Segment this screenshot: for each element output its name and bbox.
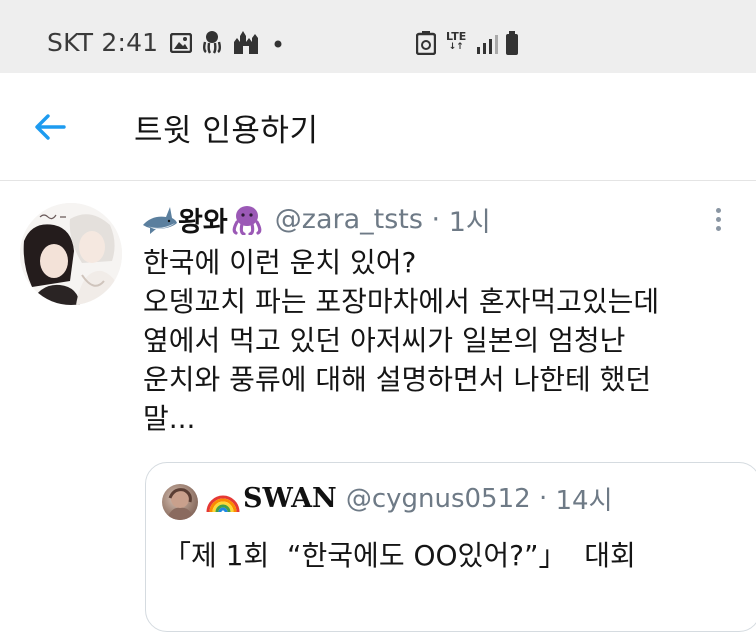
display-name[interactable]: 왕와 bbox=[178, 207, 228, 238]
quoted-display-name[interactable]: SWAN bbox=[243, 483, 337, 514]
shark-emoji bbox=[143, 206, 177, 234]
header-divider bbox=[0, 180, 756, 181]
avatar[interactable] bbox=[20, 203, 122, 305]
status-bar: SKT 2:41 LTE ↓↑ bbox=[0, 0, 756, 73]
more-options-button[interactable] bbox=[708, 204, 728, 240]
castle-icon bbox=[234, 31, 258, 54]
back-button[interactable] bbox=[30, 107, 70, 147]
quoted-time: 14시 bbox=[555, 486, 613, 516]
recycle-icon bbox=[416, 31, 436, 55]
image-icon bbox=[170, 33, 192, 53]
rainbow-emoji bbox=[206, 495, 240, 512]
quoted-avatar[interactable] bbox=[162, 484, 198, 520]
octopus-emoji bbox=[232, 205, 262, 236]
quoted-tweet-text: 「제 1회 “한국에도 OO있어?”」 대회 bbox=[163, 539, 636, 572]
lte-icon: LTE ↓↑ bbox=[446, 30, 467, 52]
battery-icon bbox=[506, 31, 518, 55]
tweet-time: 1시 bbox=[448, 207, 491, 238]
back-arrow-icon bbox=[35, 114, 66, 140]
quoted-handle[interactable]: @cygnus0512 bbox=[346, 484, 531, 514]
tweet-text: 한국에 이런 운치 있어? 오뎅꼬치 파는 포장마차에서 혼자먹고있는데 옆에서… bbox=[143, 243, 743, 438]
tweet-handle[interactable]: @zara_tsts bbox=[275, 204, 423, 235]
tweet-header: 왕와 @zara_tsts · 1시 bbox=[142, 200, 491, 240]
tweet-line: 오뎅꼬치 파는 포장마차에서 혼자먹고있는데 bbox=[143, 285, 660, 318]
octopus-icon bbox=[203, 31, 221, 54]
tweet-line: 옆에서 먹고 있던 아저씨가 일본의 엄청난 bbox=[143, 324, 626, 357]
dot-icon bbox=[274, 40, 282, 48]
tweet-line: 한국에 이런 운치 있어? bbox=[143, 246, 417, 279]
page-title: 트윗 인용하기 bbox=[134, 113, 319, 149]
tweet-line: 말... bbox=[143, 402, 196, 435]
tweet-line: 운치와 풍류에 대해 설명하면서 나한테 했던 bbox=[143, 363, 652, 396]
header: 트윗 인용하기 bbox=[0, 73, 756, 180]
signal-icon bbox=[477, 35, 498, 54]
status-time: SKT 2:41 bbox=[47, 28, 159, 57]
quoted-tweet-header: SWAN @cygnus0512 · 14시 bbox=[205, 480, 613, 520]
